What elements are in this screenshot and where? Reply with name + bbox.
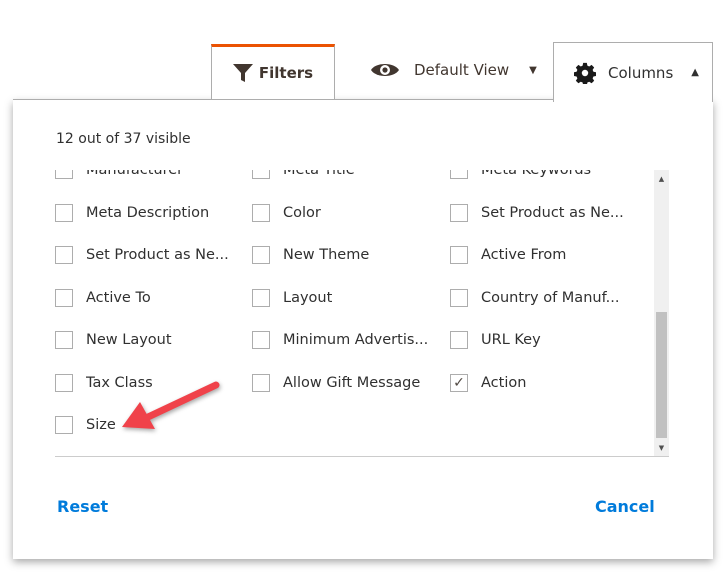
column-option-label: Layout <box>283 289 333 306</box>
checkbox[interactable] <box>450 203 468 222</box>
checkbox[interactable] <box>55 373 73 392</box>
column-option[interactable]: New Layout <box>55 329 172 351</box>
column-option[interactable]: Active From <box>450 244 566 266</box>
checkbox[interactable] <box>55 170 73 179</box>
column-option[interactable]: Set Product as Ne... <box>450 202 624 224</box>
filter-icon <box>232 64 253 82</box>
checkbox[interactable] <box>252 373 270 392</box>
column-option[interactable]: Set Product as Ne... <box>55 244 229 266</box>
filters-label: Filters <box>258 64 314 82</box>
scrollbar[interactable]: ▲ ▼ <box>654 170 669 456</box>
column-option-label: Active To <box>86 289 151 306</box>
column-option-label: Allow Gift Message <box>283 374 421 391</box>
checkbox[interactable]: ✓ <box>450 373 468 392</box>
checkbox[interactable] <box>55 288 73 307</box>
chevron-up-icon: ▲ <box>691 67 699 78</box>
columns-label: Columns <box>608 63 674 82</box>
checkbox[interactable] <box>55 246 73 264</box>
column-option-label: Meta Description <box>86 204 210 221</box>
scroll-up-icon[interactable]: ▲ <box>654 175 669 183</box>
column-option[interactable]: Color <box>252 202 321 224</box>
eye-icon <box>371 64 399 76</box>
default-view-label: Default View <box>414 61 510 79</box>
column-option-label: New Theme <box>283 247 370 263</box>
column-option-label: Set Product as Ne... <box>86 247 229 263</box>
cancel-button[interactable]: Cancel <box>595 497 655 516</box>
column-option-label: Manufacturer <box>86 170 184 178</box>
column-option-label: Meta Keywords <box>481 170 592 178</box>
column-option[interactable]: Meta Title <box>252 170 355 181</box>
visible-count: 12 out of 37 visible <box>56 131 191 147</box>
column-option[interactable]: Minimum Advertis... <box>252 329 428 351</box>
column-option-label: New Layout <box>86 332 172 348</box>
checkbox[interactable] <box>252 331 270 349</box>
column-option[interactable]: Manufacturer <box>55 170 183 181</box>
filters-tab[interactable]: Filters <box>211 44 335 99</box>
checkbox[interactable] <box>252 170 270 179</box>
reset-button[interactable]: Reset <box>57 497 108 516</box>
scroll-down-icon[interactable]: ▼ <box>654 444 669 452</box>
chevron-down-icon: ▼ <box>529 64 537 76</box>
column-option[interactable]: New Theme <box>252 244 369 266</box>
divider <box>55 456 669 457</box>
column-option-label: Action <box>481 374 527 391</box>
column-option-label: Color <box>283 204 321 221</box>
checkbox[interactable] <box>450 246 468 264</box>
scrollbar-thumb[interactable] <box>656 312 667 438</box>
column-option[interactable]: URL Key <box>450 329 541 351</box>
gear-icon <box>574 62 596 84</box>
default-view-dropdown[interactable]: Default View ▼ <box>370 48 537 92</box>
column-option[interactable]: Allow Gift Message <box>252 372 420 394</box>
checkbox[interactable] <box>55 203 73 222</box>
column-option[interactable]: Layout <box>252 287 332 309</box>
column-option-label: Meta Title <box>283 170 355 178</box>
annotation-arrow-icon <box>122 381 220 429</box>
checkbox[interactable] <box>55 416 73 434</box>
column-option-label: Set Product as Ne... <box>481 204 624 221</box>
checkbox[interactable] <box>450 170 468 179</box>
column-option[interactable]: ✓ Action <box>450 372 526 394</box>
column-option-label: Active From <box>481 247 567 263</box>
checkbox[interactable] <box>252 288 270 307</box>
column-option-label: Minimum Advertis... <box>283 332 429 348</box>
checkbox[interactable] <box>55 331 73 349</box>
column-option[interactable]: Size <box>55 414 116 436</box>
column-option-label: Country of Manuf... <box>481 289 620 306</box>
column-option[interactable]: Active To <box>55 287 151 309</box>
columns-tab[interactable]: Columns ▲ <box>553 42 713 102</box>
checkbox[interactable] <box>252 246 270 264</box>
checkbox[interactable] <box>450 331 468 349</box>
column-option[interactable]: Meta Description <box>55 202 209 224</box>
divider <box>13 99 553 100</box>
column-option-label: URL Key <box>481 332 541 348</box>
column-option[interactable]: Meta Keywords <box>450 170 591 181</box>
checkbox[interactable] <box>450 288 468 307</box>
column-option[interactable]: Country of Manuf... <box>450 287 619 309</box>
checkbox[interactable] <box>252 203 270 222</box>
